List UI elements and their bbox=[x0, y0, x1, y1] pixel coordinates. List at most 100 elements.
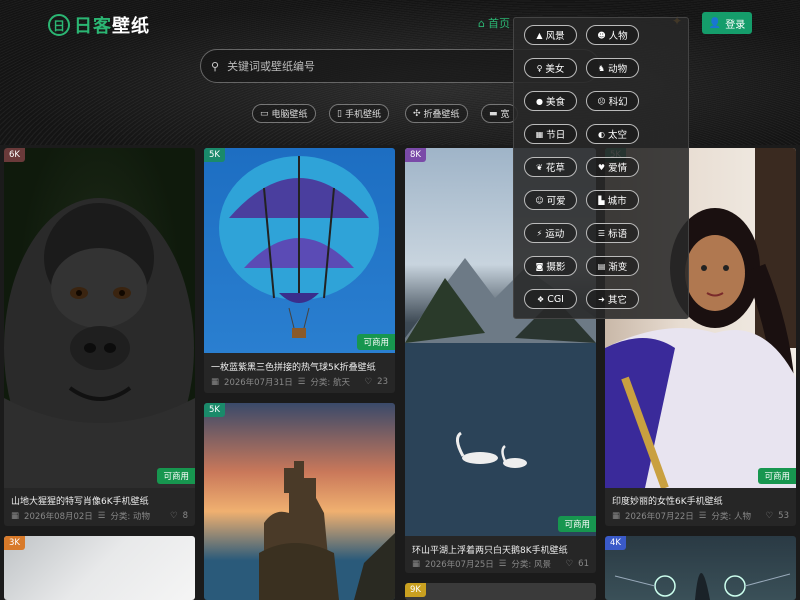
heart-icon[interactable]: ♡ bbox=[766, 511, 774, 521]
card-title[interactable]: 环山平湖上浮着两只白天鹅8K手机壁纸 bbox=[412, 543, 568, 556]
wallpaper-image[interactable] bbox=[204, 403, 395, 600]
cubes-icon: ❖ bbox=[537, 294, 545, 304]
list-icon: ☰ bbox=[297, 377, 306, 387]
phone-icon: ▯ bbox=[337, 108, 342, 119]
quick-link-desktop[interactable]: ▭ 电脑壁纸 bbox=[252, 104, 316, 123]
user-icon: 👤 bbox=[708, 17, 722, 29]
category-dog[interactable]: ♞ 动物 bbox=[586, 58, 639, 78]
search-input[interactable] bbox=[227, 59, 508, 73]
category-apple[interactable]: ● 美食 bbox=[524, 91, 577, 111]
smile-icon: ☻ bbox=[597, 30, 606, 40]
resolution-badge: 4K bbox=[605, 536, 626, 550]
leaf-icon: ❦ bbox=[536, 162, 543, 172]
category-label: 渐变 bbox=[608, 262, 628, 273]
wallpaper-image[interactable] bbox=[605, 536, 796, 600]
category-label: 科幻 bbox=[608, 97, 628, 108]
calendar-icon: ▦ bbox=[211, 377, 220, 387]
logo-mark-icon: 日 bbox=[48, 14, 70, 36]
commercial-badge: 可商用 bbox=[758, 468, 796, 484]
category-cubes[interactable]: ❖ CGI bbox=[524, 289, 577, 309]
category-globe[interactable]: ◐ 太空 bbox=[586, 124, 639, 144]
wallpaper-image[interactable] bbox=[4, 536, 195, 600]
calendar-icon: ▦ bbox=[412, 559, 421, 569]
mountain-icon: ▲ bbox=[536, 30, 543, 40]
wallpaper-card[interactable]: 5K bbox=[204, 403, 395, 600]
category-smile[interactable]: ☻ 人物 bbox=[586, 25, 639, 45]
category-label: 动物 bbox=[608, 64, 628, 75]
category-label: 太空 bbox=[607, 130, 627, 141]
camera-icon: ◙ bbox=[535, 261, 544, 271]
wallpaper-card[interactable]: 4K bbox=[605, 536, 796, 600]
commercial-badge: 可商用 bbox=[357, 334, 395, 350]
resolution-badge: 8K bbox=[405, 148, 426, 162]
resolution-badge: 3K bbox=[4, 536, 25, 550]
category-label: 城市 bbox=[607, 196, 627, 207]
app-root: 日 日客壁纸 ⌂ 首页 ✦ 👤 登录 ⚲ ▭电脑壁纸 ▯手机壁纸 ✣折叠壁纸 ▬… bbox=[0, 0, 800, 600]
quick-link-mobile[interactable]: ▯ 手机壁纸 bbox=[329, 104, 389, 123]
wallpaper-card[interactable]: 9K bbox=[405, 583, 596, 600]
category-calendar[interactable]: ▦ 节日 bbox=[524, 124, 577, 144]
wallpaper-card[interactable]: 3K bbox=[4, 536, 195, 600]
fold-icon: ✣ bbox=[413, 108, 421, 119]
wallpaper-image[interactable] bbox=[405, 583, 596, 600]
baby-icon: ☺ bbox=[535, 195, 544, 205]
run-icon: ⚡ bbox=[536, 228, 543, 238]
wallpaper-image[interactable] bbox=[4, 148, 195, 488]
category-label: 美食 bbox=[545, 97, 565, 108]
category-more[interactable]: ➜ 其它 bbox=[586, 289, 639, 309]
card-meta: ▦ 2026年07月22日 ☰ 分类: 人物 ♡ 53 bbox=[612, 511, 789, 522]
resolution-badge: 6K bbox=[4, 148, 25, 162]
quick-link-fold[interactable]: ✣ 折叠壁纸 bbox=[405, 104, 468, 123]
list-icon: ☰ bbox=[698, 511, 707, 521]
gradient-icon: ▤ bbox=[597, 261, 606, 271]
category-label: 风景 bbox=[545, 31, 565, 42]
wallpaper-card[interactable]: 6K 可商用 山地大猩猩的特写肖像6K手机壁纸 ▦ 2026年08月02日 ☰ 分类… bbox=[4, 148, 195, 526]
heart-icon[interactable]: ♡ bbox=[566, 559, 574, 569]
category-person[interactable]: ♀ 美女 bbox=[524, 58, 577, 78]
sign-icon: ☰ bbox=[597, 228, 606, 238]
alien-icon: ☹ bbox=[597, 96, 606, 106]
heart-icon[interactable]: ♡ bbox=[170, 511, 178, 521]
site-logo[interactable]: 日 日客壁纸 bbox=[48, 12, 150, 38]
category-label: 花草 bbox=[545, 163, 565, 174]
wallpaper-image[interactable] bbox=[204, 148, 395, 353]
nav-home[interactable]: ⌂ 首页 bbox=[478, 15, 510, 31]
list-icon: ☰ bbox=[498, 559, 507, 569]
category-mountain[interactable]: ▲ 风景 bbox=[524, 25, 577, 45]
category-heart[interactable]: ♥ 爱情 bbox=[586, 157, 639, 177]
login-button[interactable]: 👤 登录 bbox=[702, 12, 752, 34]
heart-icon: ♥ bbox=[597, 162, 606, 172]
category-city[interactable]: ▙ 城市 bbox=[586, 190, 639, 210]
category-label: 运动 bbox=[545, 229, 565, 240]
commercial-badge: 可商用 bbox=[157, 468, 195, 484]
category-leaf[interactable]: ❦ 花草 bbox=[524, 157, 577, 177]
resolution-badge: 5K bbox=[204, 403, 225, 417]
category-label: 可爱 bbox=[546, 196, 566, 207]
card-meta: ▦ 2026年07月31日 ☰ 分类: 航天 ♡ 23 bbox=[211, 377, 388, 388]
category-label: 爱情 bbox=[608, 163, 628, 174]
card-title[interactable]: 山地大猩猩的特写肖像6K手机壁纸 bbox=[11, 494, 149, 507]
calendar-icon: ▦ bbox=[11, 511, 20, 521]
dog-icon: ♞ bbox=[597, 63, 606, 73]
category-sign[interactable]: ☰ 标语 bbox=[586, 223, 639, 243]
home-icon: ⌂ bbox=[478, 16, 485, 30]
category-label: 美女 bbox=[545, 64, 565, 75]
search-icon: ⚲ bbox=[211, 59, 220, 73]
logo-text: 日客壁纸 bbox=[74, 16, 150, 37]
heart-icon[interactable]: ♡ bbox=[365, 377, 373, 387]
wallpaper-card[interactable]: 5K 可商用 一枚蓝紫黑三色拼接的热气球5K折叠壁纸 ▦ 2026年07月31日 … bbox=[204, 148, 395, 393]
category-baby[interactable]: ☺ 可爱 bbox=[524, 190, 577, 210]
wide-icon: ▬ bbox=[489, 108, 498, 119]
category-label: 节日 bbox=[546, 130, 566, 141]
globe-icon: ◐ bbox=[598, 129, 605, 139]
card-title[interactable]: 一枚蓝紫黑三色拼接的热气球5K折叠壁纸 bbox=[211, 360, 376, 373]
category-label: 摄影 bbox=[546, 262, 566, 273]
category-gradient[interactable]: ▤ 渐变 bbox=[586, 256, 639, 276]
category-camera[interactable]: ◙ 摄影 bbox=[524, 256, 577, 276]
card-title[interactable]: 印度妙丽的女性6K手机壁纸 bbox=[612, 494, 723, 507]
city-icon: ▙ bbox=[598, 195, 605, 205]
calendar-icon: ▦ bbox=[535, 129, 544, 139]
category-label: 标语 bbox=[608, 229, 628, 240]
category-run[interactable]: ⚡ 运动 bbox=[524, 223, 577, 243]
category-alien[interactable]: ☹ 科幻 bbox=[586, 91, 639, 111]
